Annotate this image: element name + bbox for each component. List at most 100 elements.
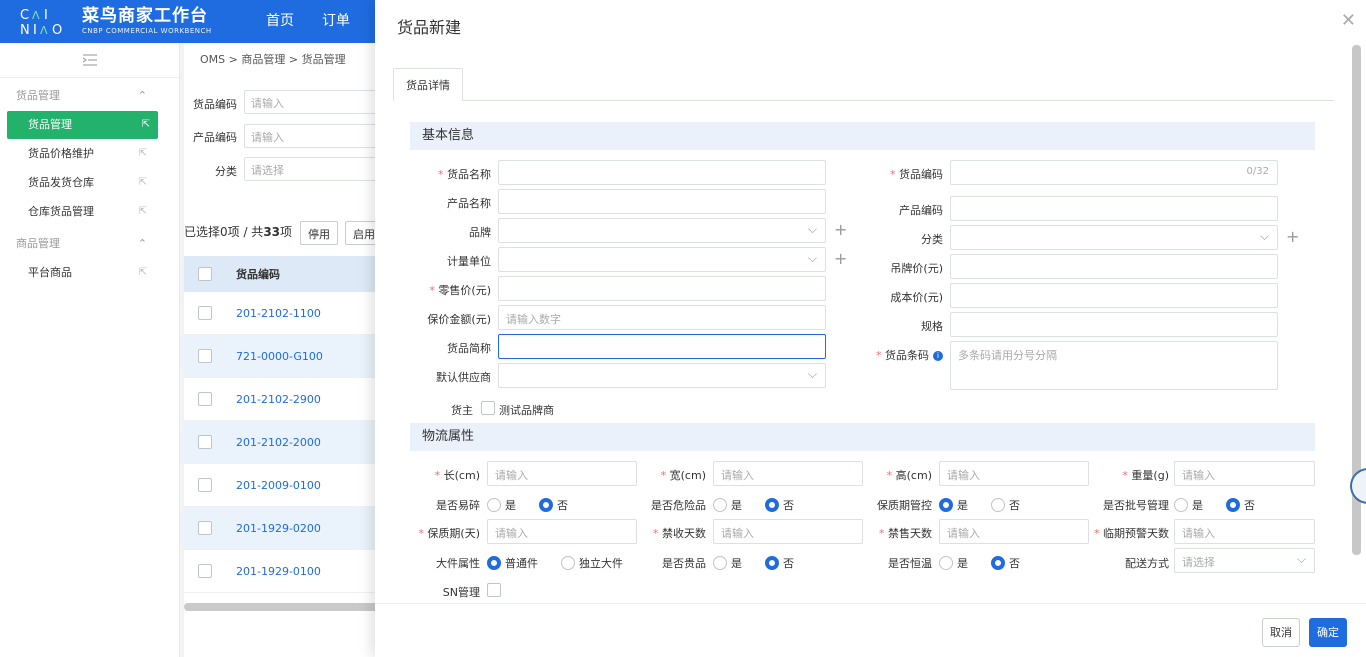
product-code-input[interactable]: [950, 196, 1278, 221]
dangerous-yes-radio[interactable]: 是: [713, 497, 742, 513]
row-checkbox[interactable]: [198, 392, 212, 406]
label-length: * 长(cm): [434, 469, 480, 482]
label-barcode: * 货品条码 i: [855, 347, 943, 363]
cancel-button[interactable]: 取消: [1262, 618, 1300, 647]
goods-code-input[interactable]: 0/32: [950, 160, 1278, 185]
fragile-no-radio[interactable]: 否: [539, 497, 568, 513]
breadcrumb-oms[interactable]: OMS: [200, 53, 225, 66]
unit-select[interactable]: ⌵: [498, 247, 826, 272]
row-checkbox[interactable]: [198, 521, 212, 535]
table-row[interactable]: 201-2102-1100: [184, 292, 384, 335]
owner-checkbox[interactable]: [481, 401, 495, 415]
constant-temp-no-radio[interactable]: 否: [991, 555, 1020, 571]
table-row[interactable]: 201-1929-0100: [184, 550, 384, 593]
logo[interactable]: C Λ I N I Λ O 菜鸟商家工作台 CNBP COMMERCIAL WO…: [18, 5, 212, 37]
expiry-warning-input[interactable]: 请输入: [1174, 519, 1315, 544]
add-category-plus-icon[interactable]: +: [1286, 227, 1299, 246]
height-input[interactable]: 请输入: [939, 461, 1089, 486]
sidebar-item-shipping-warehouse[interactable]: 货品发货仓库 ⇱: [0, 169, 179, 197]
tag-price-input[interactable]: [950, 254, 1278, 279]
shelf-control-no-radio[interactable]: 否: [991, 497, 1020, 513]
label-goods-name: * 货品名称: [438, 168, 491, 181]
sidebar-item-price-maintenance[interactable]: 货品价格维护 ⇱: [0, 140, 179, 168]
filter-goods-code-label: 货品编码: [193, 98, 237, 111]
row-checkbox[interactable]: [198, 349, 212, 363]
label-constant-temp: 是否恒温: [888, 557, 932, 570]
sidebar-item-platform-products[interactable]: 平台商品 ⇱: [0, 259, 179, 287]
width-input[interactable]: 请输入: [713, 461, 863, 486]
add-brand-plus-icon[interactable]: +: [834, 220, 847, 239]
disable-button[interactable]: 停用: [300, 221, 338, 245]
filter-product-code-input[interactable]: 请输入: [244, 124, 384, 148]
label-shelf-control: 保质期管控: [877, 499, 932, 512]
table-row[interactable]: 201-2009-0100: [184, 464, 384, 507]
dangerous-no-radio[interactable]: 否: [765, 497, 794, 513]
shelf-life-input[interactable]: 请输入: [487, 519, 637, 544]
no-sale-days-input[interactable]: 请输入: [939, 519, 1089, 544]
close-icon[interactable]: ✕: [1341, 10, 1356, 31]
normal-item-radio[interactable]: 普通件: [487, 555, 538, 571]
weight-input[interactable]: 请输入: [1174, 461, 1315, 486]
label-goods-code: * 货品编码: [890, 168, 943, 181]
add-unit-plus-icon[interactable]: +: [834, 249, 847, 268]
confirm-button[interactable]: 确定: [1309, 618, 1347, 647]
fragile-yes-radio[interactable]: 是: [487, 497, 516, 513]
collapse-menu-icon[interactable]: [0, 43, 179, 78]
table-row[interactable]: 201-1929-0200: [184, 507, 384, 550]
breadcrumb-product-mgmt[interactable]: 商品管理: [241, 53, 285, 66]
label-insured-amount: 保价金额(元): [427, 313, 491, 326]
tab-goods-detail[interactable]: 货品详情: [393, 68, 463, 101]
barcode-textarea[interactable]: 多条码请用分号分隔: [950, 341, 1278, 390]
row-checkbox[interactable]: [198, 306, 212, 320]
batch-no-radio[interactable]: 否: [1226, 497, 1255, 513]
valuable-no-radio[interactable]: 否: [765, 555, 794, 571]
length-input[interactable]: 请输入: [487, 461, 637, 486]
goods-table: 货品编码 201-2102-1100 721-0000-G100 201-210…: [184, 256, 384, 593]
table-row[interactable]: 201-2102-2000: [184, 421, 384, 464]
product-name-input[interactable]: [498, 189, 826, 214]
insured-amount-input[interactable]: 请输入数字: [498, 305, 826, 330]
nav-home[interactable]: 首页: [266, 0, 294, 43]
section-basic-info: 基本信息: [410, 122, 1315, 150]
spec-input[interactable]: [950, 312, 1278, 337]
row-checkbox[interactable]: [198, 435, 212, 449]
open-tab-icon: ⇱: [141, 119, 150, 130]
chevron-down-icon: ⌵: [807, 367, 817, 381]
valuable-yes-radio[interactable]: 是: [713, 555, 742, 571]
short-name-input[interactable]: [498, 334, 826, 359]
filter-goods-code-input[interactable]: 请输入: [244, 90, 384, 114]
logo-subtitle: CNBP COMMERCIAL WORKBENCH: [82, 27, 212, 35]
sn-management-checkbox[interactable]: [487, 583, 501, 597]
table-row[interactable]: 201-2102-2900: [184, 378, 384, 421]
large-item-radio[interactable]: 独立大件: [561, 555, 623, 571]
nav-orders[interactable]: 订单: [322, 0, 350, 43]
select-all-checkbox[interactable]: [198, 267, 212, 281]
cost-price-input[interactable]: [950, 283, 1278, 308]
delivery-method-select[interactable]: 请选择 ⌵: [1174, 548, 1315, 573]
horizontal-scrollbar[interactable]: [184, 603, 384, 611]
category-select[interactable]: ⌵: [950, 225, 1278, 250]
batch-yes-radio[interactable]: 是: [1174, 497, 1203, 513]
reject-days-input[interactable]: 请输入: [713, 519, 863, 544]
filter-category-select[interactable]: 请选择: [244, 157, 384, 181]
sidebar: 货品管理 ⌃ 货品管理 ⇱ 货品价格维护 ⇱ 货品发货仓库 ⇱ 仓库货品管理 ⇱…: [0, 43, 180, 657]
row-checkbox[interactable]: [198, 564, 212, 578]
constant-temp-yes-radio[interactable]: 是: [939, 555, 968, 571]
info-icon[interactable]: i: [933, 351, 943, 361]
column-goods-code: 货品编码: [236, 268, 280, 281]
sidebar-group-products[interactable]: 商品管理 ⌃: [0, 230, 179, 258]
label-shelf-life: * 保质期(天): [418, 527, 480, 540]
label-cost-price: 成本价(元): [890, 291, 943, 304]
row-checkbox[interactable]: [198, 478, 212, 492]
label-delivery-method: 配送方式: [1125, 557, 1169, 570]
goods-name-input[interactable]: [498, 160, 826, 185]
default-supplier-select[interactable]: ⌵: [498, 363, 826, 388]
sidebar-group-goods[interactable]: 货品管理 ⌃: [0, 82, 179, 110]
table-row[interactable]: 721-0000-G100: [184, 335, 384, 378]
retail-price-input[interactable]: [498, 276, 826, 301]
sidebar-item-goods-management[interactable]: 货品管理 ⇱: [7, 111, 158, 139]
shelf-control-yes-radio[interactable]: 是: [939, 497, 968, 513]
sidebar-item-warehouse-goods[interactable]: 仓库货品管理 ⇱: [0, 198, 179, 226]
owner-option-label[interactable]: 测试品牌商: [499, 402, 554, 418]
brand-select[interactable]: ⌵: [498, 218, 826, 243]
